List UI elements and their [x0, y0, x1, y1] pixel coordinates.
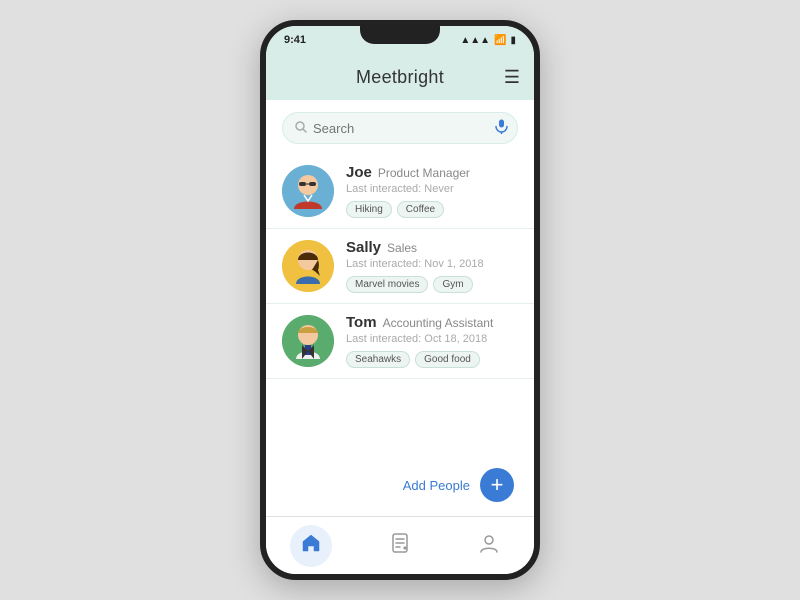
tag: Hiking: [346, 201, 392, 218]
phone-frame: 9:41 ▲▲▲ 📶 ▮ Meetbright ☰: [260, 20, 540, 580]
wifi-icon: 📶: [494, 35, 506, 46]
list-item[interactable]: Tom Accounting Assistant Last interacted…: [266, 304, 534, 379]
menu-icon[interactable]: ☰: [504, 67, 520, 88]
person-name-row: Sally Sales: [346, 239, 518, 256]
profile-icon: [478, 532, 500, 560]
search-icon: [295, 121, 307, 136]
nav-item-profile[interactable]: [459, 521, 519, 571]
search-bar[interactable]: [282, 112, 518, 144]
person-name: Sally: [346, 239, 381, 256]
person-role: Sales: [387, 241, 417, 255]
bottom-nav: [266, 516, 534, 574]
tag: Marvel movies: [346, 276, 428, 293]
person-info: Joe Product Manager Last interacted: Nev…: [346, 164, 518, 218]
person-tags: Seahawks Good food: [346, 351, 518, 368]
person-name: Tom: [346, 314, 377, 331]
avatar: [282, 165, 334, 217]
status-time: 9:41: [284, 34, 306, 46]
tag: Seahawks: [346, 351, 410, 368]
tag: Coffee: [397, 201, 444, 218]
person-info: Tom Accounting Assistant Last interacted…: [346, 314, 518, 368]
signal-icon: ▲▲▲: [460, 35, 490, 46]
app-title: Meetbright: [356, 67, 444, 88]
list-item[interactable]: Joe Product Manager Last interacted: Nev…: [266, 154, 534, 229]
person-last-interacted: Last interacted: Oct 18, 2018: [346, 333, 518, 345]
avatar: [282, 240, 334, 292]
person-tags: Marvel movies Gym: [346, 276, 518, 293]
search-input[interactable]: [313, 121, 489, 136]
home-icon: [300, 532, 322, 560]
tag: Gym: [433, 276, 472, 293]
nav-item-home[interactable]: [281, 521, 341, 571]
add-people-button[interactable]: +: [480, 468, 514, 502]
app-header: Meetbright ☰: [266, 54, 534, 100]
person-name-row: Tom Accounting Assistant: [346, 314, 518, 331]
person-info: Sally Sales Last interacted: Nov 1, 2018…: [346, 239, 518, 293]
notch: [360, 26, 440, 44]
search-bar-wrapper: [266, 100, 534, 154]
people-list: Joe Product Manager Last interacted: Nev…: [266, 154, 534, 516]
person-name-row: Joe Product Manager: [346, 164, 518, 181]
mic-icon[interactable]: [495, 119, 508, 137]
tag: Good food: [415, 351, 480, 368]
list-item[interactable]: Sally Sales Last interacted: Nov 1, 2018…: [266, 229, 534, 304]
person-tags: Hiking Coffee: [346, 201, 518, 218]
add-people-label: Add People: [403, 478, 470, 493]
person-last-interacted: Last interacted: Nov 1, 2018: [346, 258, 518, 270]
person-name: Joe: [346, 164, 372, 181]
status-icons: ▲▲▲ 📶 ▮: [460, 35, 516, 46]
avatar: [282, 315, 334, 367]
main-content: Joe Product Manager Last interacted: Nev…: [266, 100, 534, 516]
notes-icon: [389, 532, 411, 560]
person-role: Product Manager: [378, 166, 470, 180]
person-role: Accounting Assistant: [383, 316, 494, 330]
battery-icon: ▮: [510, 35, 516, 46]
person-last-interacted: Last interacted: Never: [346, 183, 518, 195]
nav-item-notes[interactable]: [370, 521, 430, 571]
add-people-row: Add People +: [266, 458, 534, 516]
